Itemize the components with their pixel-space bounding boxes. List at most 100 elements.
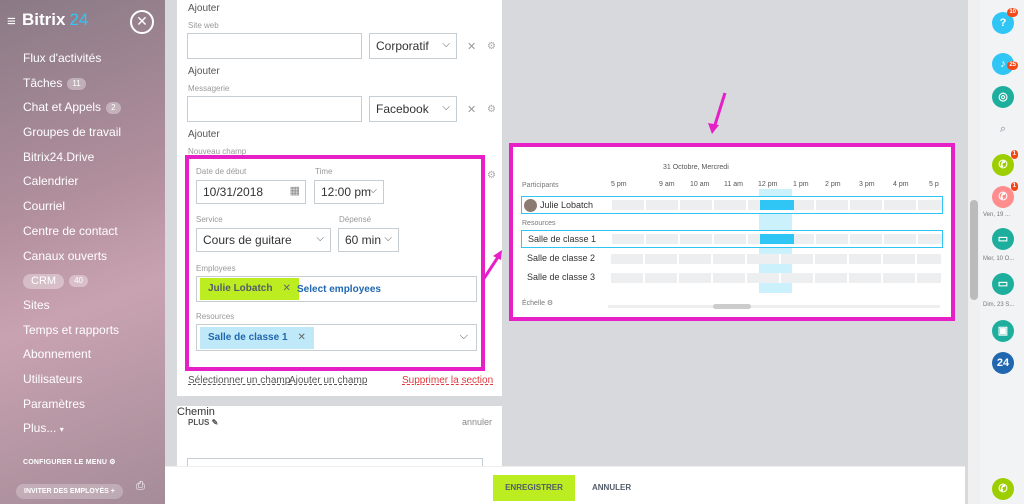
website-label: Site web: [188, 21, 219, 30]
sidebar-item-crm[interactable]: CRM 40: [23, 270, 121, 295]
phone-icon[interactable]: ✆ 1: [992, 150, 1018, 176]
count-badge: 10: [1007, 8, 1018, 17]
timeline-grid: [611, 254, 941, 264]
participant-name: Julie Lobatch: [540, 200, 594, 210]
website-type-value: Corporatif: [376, 39, 429, 53]
sidebar-item-label: Abonnement: [23, 347, 92, 362]
time-label: 5 p: [929, 181, 939, 188]
sidebar-item-flux[interactable]: Flux d'activités: [23, 48, 121, 73]
sidebar-item-parametres[interactable]: Paramètres: [23, 394, 121, 419]
video-icon[interactable]: ▭: [992, 228, 1014, 250]
gear-icon[interactable]: ⚙: [487, 104, 496, 115]
website-input[interactable]: [187, 33, 362, 59]
sidebar-item-abonnement[interactable]: Abonnement: [23, 344, 121, 369]
logo-text: Bitrix: [22, 10, 66, 29]
pencil-icon[interactable]: ✎: [212, 418, 219, 427]
sidebar-item-canaux[interactable]: Canaux ouverts: [23, 246, 121, 271]
logo-number: 24: [69, 10, 89, 29]
chevron-down-icon: ▾: [59, 425, 64, 435]
time-label: 3 pm: [859, 181, 875, 188]
save-button[interactable]: ENREGISTRER: [493, 475, 575, 501]
count-badge: 1: [1010, 150, 1018, 159]
scrollbar-thumb[interactable]: [713, 304, 751, 309]
sidebar-item-label: Canaux ouverts: [23, 248, 108, 263]
sidebar-item-label: Bitrix24.Drive: [23, 149, 95, 164]
scrollbar-thumb[interactable]: [970, 200, 978, 300]
count-badge: 1: [1010, 182, 1018, 191]
sidebar-item-label: Courriel: [23, 199, 66, 214]
gear-icon[interactable]: ⚙: [487, 170, 496, 181]
time-label: 4 pm: [893, 181, 909, 188]
sidebar-item-label: Paramètres: [23, 396, 86, 411]
participant-row[interactable]: Julie Lobatch: [521, 196, 943, 214]
search-icon[interactable]: ⌕: [992, 118, 1014, 140]
invite-employees-button[interactable]: INVITER DES EMPLOYÉS +: [16, 484, 123, 499]
time-label: 9 am: [659, 181, 675, 188]
plus-title: PLUS ✎: [188, 418, 218, 427]
add-link[interactable]: Ajouter: [188, 3, 220, 14]
sidebar-item-plus[interactable]: Plus... ▾: [23, 418, 121, 443]
resource-name: Salle de classe 3: [527, 272, 596, 282]
path-label: Chemin: [177, 406, 215, 418]
gear-icon[interactable]: ⚙: [487, 41, 496, 52]
chevron-down-icon: ⌵: [442, 102, 450, 113]
website-type-select[interactable]: Corporatif ⌵: [369, 33, 457, 59]
sidebar-item-chat[interactable]: Chat et Appels 2: [23, 97, 121, 122]
remove-icon[interactable]: ✕: [467, 103, 476, 116]
cancel-button[interactable]: ANNULER: [592, 475, 631, 501]
scale-label[interactable]: Échelle ⚙: [522, 299, 553, 307]
horizontal-scrollbar[interactable]: [608, 304, 940, 309]
help-icon[interactable]: ? 10: [992, 8, 1018, 34]
messenger-type-select[interactable]: Facebook ⌵: [369, 96, 457, 122]
resource-name: Salle de classe 1: [528, 234, 597, 244]
resource-row[interactable]: Salle de classe 2: [521, 250, 943, 268]
logo[interactable]: Bitrix 24: [22, 10, 88, 30]
video-icon[interactable]: ▭: [992, 273, 1014, 295]
plus-cancel-link[interactable]: annuler: [462, 417, 492, 427]
sidebar-item-sites[interactable]: Sites: [23, 295, 121, 320]
sidebar-item-label: Centre de contact: [23, 223, 118, 238]
highlight-box: [185, 155, 485, 371]
remove-icon[interactable]: ✕: [467, 40, 476, 53]
menu-icon[interactable]: ≡: [7, 13, 16, 30]
configure-menu-button[interactable]: CONFIGURER LE MENU ⚙: [23, 458, 116, 466]
bitrix24-icon[interactable]: 24: [992, 352, 1014, 374]
sidebar-item-drive[interactable]: Bitrix24.Drive: [23, 147, 121, 172]
sidebar-item-taches[interactable]: Tâches 11: [23, 73, 121, 98]
sidebar-item-groupes[interactable]: Groupes de travail: [23, 122, 121, 147]
timeline-grid: [611, 273, 941, 283]
add-link[interactable]: Ajouter: [188, 129, 220, 140]
plus-section: PLUS ✎ annuler Chemin: [177, 406, 502, 469]
calendar-date-header: 31 Octobre, Mercredi: [663, 164, 729, 171]
count-badge: 25: [1007, 61, 1018, 70]
select-field-link[interactable]: Sélectionner un champ: [188, 375, 290, 386]
sidebar-item-utilisateurs[interactable]: Utilisateurs: [23, 369, 121, 394]
messenger-type-value: Facebook: [376, 102, 429, 116]
add-field-link[interactable]: Ajouter un champ: [289, 375, 367, 386]
sidebar-item-calendrier[interactable]: Calendrier: [23, 171, 121, 196]
sidebar-item-label: Groupes de travail: [23, 125, 122, 140]
messenger-input[interactable]: [187, 96, 362, 122]
recent-date: Dim, 23 S...: [983, 302, 1015, 308]
bell-icon[interactable]: ♪ 25: [992, 53, 1018, 75]
phone-icon[interactable]: ✆ 1: [992, 182, 1018, 208]
footer-bar: ENREGISTRER ANNULER: [165, 466, 965, 504]
time-label: 11 am: [724, 181, 743, 188]
chat-icon[interactable]: ◎: [992, 86, 1014, 108]
sidebar-item-courriel[interactable]: Courriel: [23, 196, 121, 221]
screen-icon[interactable]: ▣: [992, 320, 1014, 342]
add-link[interactable]: Ajouter: [188, 66, 220, 77]
resource-row[interactable]: Salle de classe 1: [521, 230, 943, 248]
count-badge: 2: [106, 102, 121, 115]
resource-row[interactable]: Salle de classe 3: [521, 269, 943, 287]
delete-section-link[interactable]: Supprimer la section: [402, 375, 493, 386]
printer-icon[interactable]: ⎙: [136, 480, 145, 493]
gear-icon: ⚙: [546, 300, 554, 307]
close-icon[interactable]: ✕: [130, 10, 154, 34]
phone-icon[interactable]: ✆: [992, 478, 1014, 500]
sidebar-item-temps[interactable]: Temps et rapports: [23, 320, 121, 345]
sidebar-item-contact[interactable]: Centre de contact: [23, 221, 121, 246]
busy-slot: [760, 234, 794, 244]
time-label: 10 am: [690, 181, 710, 188]
vertical-scrollbar[interactable]: [968, 0, 980, 504]
